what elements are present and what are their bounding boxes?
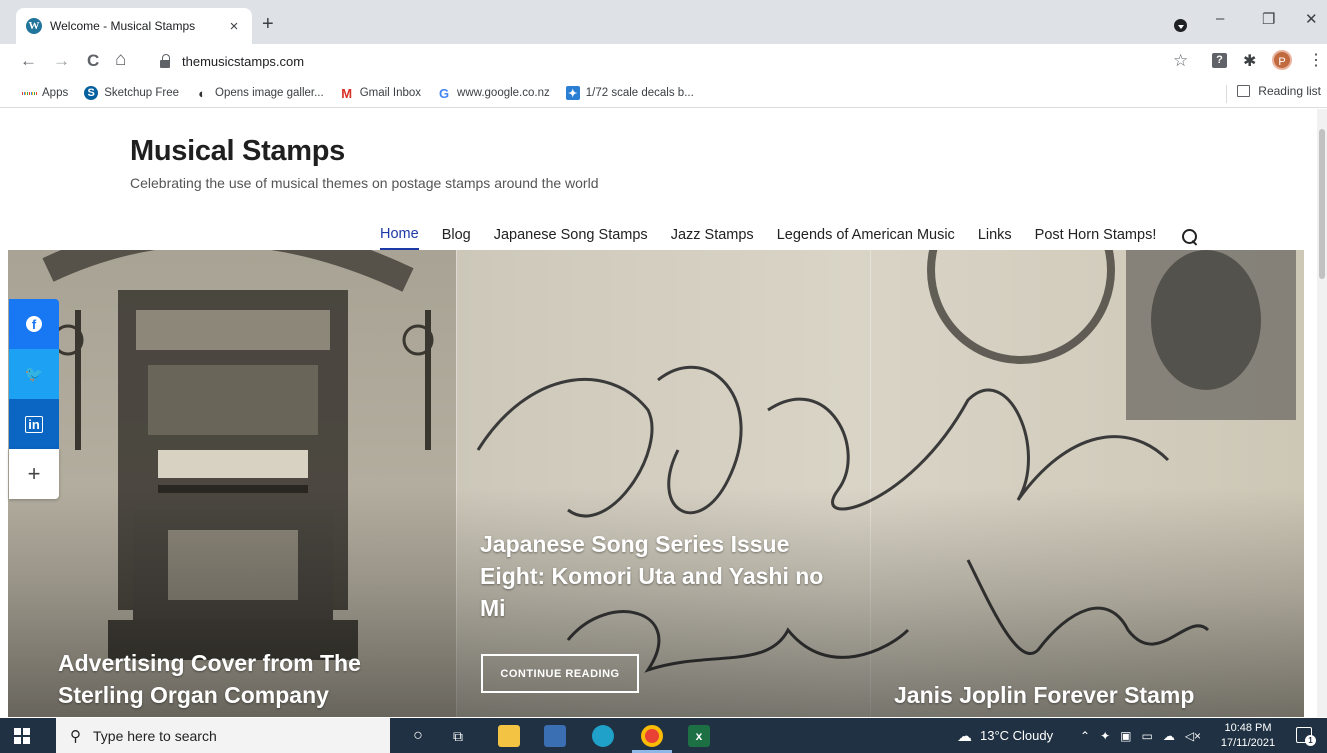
scrollbar-thumb[interactable]: [1319, 129, 1325, 279]
chrome-menu-icon[interactable]: ⋮: [1308, 50, 1324, 70]
post-title-janis-joplin[interactable]: Janis Joplin Forever Stamp: [894, 679, 1254, 711]
continue-reading-button[interactable]: CONTINUE READING: [481, 654, 639, 693]
file-explorer-icon[interactable]: [498, 725, 520, 747]
profile-avatar[interactable]: P: [1272, 50, 1292, 70]
browser-toolbar: ← → C ⌂ themusicstamps.com ☆ ? ✱ P ⋮: [0, 44, 1327, 79]
minimize-button[interactable]: –: [1216, 10, 1224, 27]
site-title[interactable]: Musical Stamps: [130, 135, 345, 168]
chrome-browser-icon[interactable]: [641, 725, 663, 747]
restore-button[interactable]: ❐: [1262, 10, 1275, 28]
extension-icon[interactable]: ?: [1212, 53, 1227, 68]
cortana-icon[interactable]: ○: [407, 725, 429, 747]
main-navigation: Home Blog Japanese Song Stamps Jazz Stam…: [380, 226, 1198, 250]
bookmarks-bar: Apps S Sketchup Free ◐ Opens image galle…: [0, 79, 1327, 108]
page-scrollbar[interactable]: [1317, 109, 1327, 717]
linkedin-icon: in: [25, 415, 43, 433]
volume-icon[interactable]: ◁×: [1185, 729, 1201, 743]
back-button[interactable]: ←: [20, 51, 37, 71]
cloud-icon: ☁: [957, 727, 972, 745]
tab-title: Welcome - Musical Stamps: [50, 19, 196, 33]
task-view-icon[interactable]: ⧉: [447, 725, 469, 747]
clock-time: 10:48 PM: [1224, 722, 1272, 734]
bookmark-apps[interactable]: Apps: [22, 86, 68, 100]
facebook-icon: f: [26, 316, 42, 332]
image-gallery-icon: ◐: [198, 85, 206, 101]
reading-list-icon: [1237, 85, 1251, 97]
featured-posts-hero: Advertising Cover from The Sterling Orga…: [8, 250, 1304, 717]
close-window-button[interactable]: ✕: [1305, 10, 1318, 28]
bookmarks-divider: [1226, 85, 1227, 103]
search-icon: ⚲: [70, 727, 81, 745]
notification-count-badge: 1: [1305, 735, 1316, 746]
apps-grid-icon: [22, 86, 36, 100]
bookmark-google[interactable]: G www.google.co.nz: [437, 85, 550, 101]
nav-japanese-song-stamps[interactable]: Japanese Song Stamps: [494, 227, 648, 249]
reading-list-button[interactable]: Reading list: [1237, 84, 1321, 98]
nav-legends-of-american-music[interactable]: Legends of American Music: [777, 227, 955, 249]
meet-now-icon[interactable]: ▣: [1120, 729, 1131, 743]
plus-icon: +: [27, 461, 41, 486]
bookmark-sketchup[interactable]: S Sketchup Free: [84, 86, 179, 100]
bookmark-gmail[interactable]: M Gmail Inbox: [340, 85, 421, 101]
post-title-japanese-song[interactable]: Japanese Song Series Issue Eight: Komori…: [480, 528, 850, 624]
windows-taskbar: ⚲ Type here to search ○ ⧉ x ☁ 13°C Cloud…: [0, 718, 1327, 753]
address-bar[interactable]: themusicstamps.com: [140, 47, 1200, 76]
onedrive-cloud-icon[interactable]: ☁: [1163, 729, 1175, 743]
battery-icon[interactable]: ▭: [1141, 729, 1152, 743]
weather-widget[interactable]: ☁ 13°C Cloudy: [957, 718, 1053, 753]
nav-home[interactable]: Home: [380, 226, 419, 250]
browser-tab-strip: W Welcome - Musical Stamps × + – ❐ ✕: [0, 0, 1327, 44]
browser-tab[interactable]: W Welcome - Musical Stamps ×: [16, 8, 252, 44]
reload-button[interactable]: C: [87, 51, 99, 71]
lock-icon[interactable]: [160, 53, 170, 68]
nav-jazz-stamps[interactable]: Jazz Stamps: [671, 227, 754, 249]
nav-blog[interactable]: Blog: [442, 227, 471, 249]
web-page: Musical Stamps Celebrating the use of mu…: [0, 109, 1327, 717]
google-icon: G: [438, 85, 450, 101]
share-facebook-button[interactable]: f: [9, 299, 59, 349]
taskbar-search-box[interactable]: ⚲ Type here to search: [56, 718, 390, 753]
bookmark-image-gallery[interactable]: ◐ Opens image galler...: [195, 85, 324, 101]
windows-start-icon[interactable]: [14, 728, 30, 744]
site-tagline: Celebrating the use of musical themes on…: [130, 175, 599, 191]
system-clock[interactable]: 10:48 PM 17/11/2021: [1218, 721, 1278, 751]
decals-icon: ✦: [565, 86, 580, 100]
excel-icon[interactable]: x: [688, 725, 710, 747]
clock-date: 17/11/2021: [1220, 737, 1276, 749]
sketchup-icon: S: [84, 86, 99, 100]
home-button[interactable]: ⌂: [115, 49, 126, 71]
bookmark-decals[interactable]: ✦ 1/72 scale decals b...: [565, 86, 694, 100]
microsoft-store-icon[interactable]: [544, 725, 566, 747]
share-more-button[interactable]: +: [9, 449, 59, 499]
chevron-up-icon[interactable]: ⌃: [1080, 729, 1090, 743]
forward-button[interactable]: →: [53, 51, 70, 71]
system-tray[interactable]: ⌃ ✦ ▣ ▭ ☁ ◁×: [1080, 718, 1201, 753]
new-tab-button[interactable]: +: [262, 14, 274, 34]
tab-close-icon[interactable]: ×: [226, 18, 242, 35]
nav-links[interactable]: Links: [978, 227, 1012, 249]
share-linkedin-button[interactable]: in: [9, 399, 59, 449]
url-text: themusicstamps.com: [182, 54, 305, 69]
wordpress-favicon-icon: W: [26, 18, 42, 34]
share-twitter-button[interactable]: 🐦: [9, 349, 59, 399]
edge-browser-icon[interactable]: [592, 725, 614, 747]
bookmark-star-icon[interactable]: ☆: [1173, 51, 1188, 71]
taskbar-search-placeholder: Type here to search: [93, 727, 217, 744]
extensions-puzzle-icon[interactable]: ✱: [1243, 51, 1256, 71]
tray-app-icon[interactable]: ✦: [1100, 729, 1110, 743]
post-title-sterling-organ[interactable]: Advertising Cover from The Sterling Orga…: [58, 647, 388, 711]
nav-post-horn-stamps[interactable]: Post Horn Stamps!: [1035, 227, 1157, 249]
gmail-icon: M: [341, 85, 353, 101]
twitter-icon: 🐦: [24, 366, 44, 383]
search-icon[interactable]: [1182, 228, 1198, 244]
chrome-profile-menu-icon[interactable]: [1174, 19, 1187, 32]
